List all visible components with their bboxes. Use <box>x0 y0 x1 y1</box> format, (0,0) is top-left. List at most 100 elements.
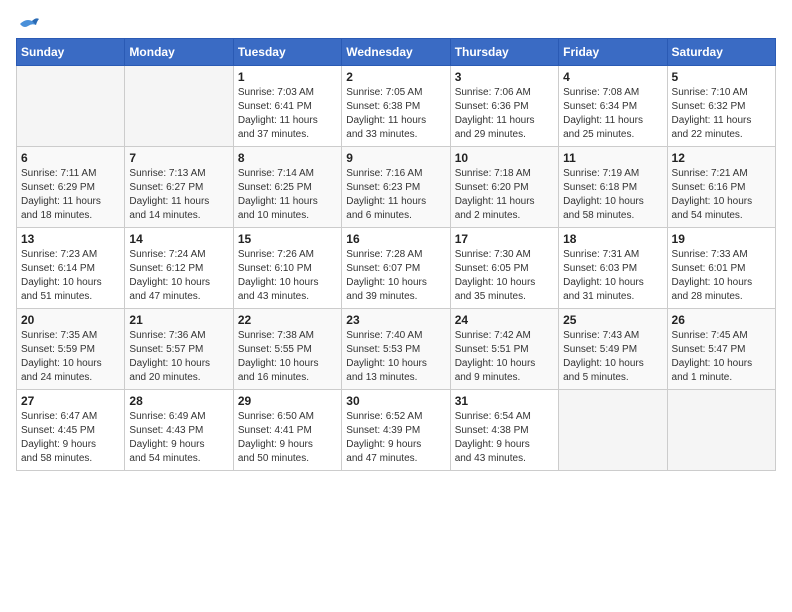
day-number: 30 <box>346 394 445 408</box>
calendar-cell: 27 Sunrise: 6:47 AM Sunset: 4:45 PM Dayli… <box>17 390 125 471</box>
calendar-cell: 17 Sunrise: 7:30 AM Sunset: 6:05 PM Dayli… <box>450 228 558 309</box>
calendar-cell: 5 Sunrise: 7:10 AM Sunset: 6:32 PM Daylig… <box>667 66 775 147</box>
day-info: Sunrise: 7:43 AM Sunset: 5:49 PM Dayligh… <box>563 329 662 385</box>
day-info: Sunrise: 7:11 AM Sunset: 6:29 PM Dayligh… <box>21 167 120 223</box>
day-info: Sunrise: 6:49 AM Sunset: 4:43 PM Dayligh… <box>129 410 228 466</box>
header-tuesday: Tuesday <box>233 39 341 66</box>
calendar-cell <box>559 390 667 471</box>
header-thursday: Thursday <box>450 39 558 66</box>
day-info: Sunrise: 7:16 AM Sunset: 6:23 PM Dayligh… <box>346 167 445 223</box>
day-info: Sunrise: 7:42 AM Sunset: 5:51 PM Dayligh… <box>455 329 554 385</box>
day-number: 20 <box>21 313 120 327</box>
day-info: Sunrise: 7:03 AM Sunset: 6:41 PM Dayligh… <box>238 86 337 142</box>
calendar-cell: 20 Sunrise: 7:35 AM Sunset: 5:59 PM Dayli… <box>17 309 125 390</box>
day-number: 31 <box>455 394 554 408</box>
day-number: 7 <box>129 151 228 165</box>
calendar-cell: 26 Sunrise: 7:45 AM Sunset: 5:47 PM Dayli… <box>667 309 775 390</box>
day-number: 17 <box>455 232 554 246</box>
day-number: 13 <box>21 232 120 246</box>
day-info: Sunrise: 6:47 AM Sunset: 4:45 PM Dayligh… <box>21 410 120 466</box>
day-number: 15 <box>238 232 337 246</box>
calendar-cell <box>17 66 125 147</box>
day-number: 21 <box>129 313 228 327</box>
day-info: Sunrise: 7:06 AM Sunset: 6:36 PM Dayligh… <box>455 86 554 142</box>
calendar-cell: 14 Sunrise: 7:24 AM Sunset: 6:12 PM Dayli… <box>125 228 233 309</box>
day-info: Sunrise: 7:36 AM Sunset: 5:57 PM Dayligh… <box>129 329 228 385</box>
logo <box>16 16 40 30</box>
day-info: Sunrise: 7:05 AM Sunset: 6:38 PM Dayligh… <box>346 86 445 142</box>
day-number: 27 <box>21 394 120 408</box>
day-info: Sunrise: 7:21 AM Sunset: 6:16 PM Dayligh… <box>672 167 771 223</box>
day-number: 6 <box>21 151 120 165</box>
calendar-week-5: 27 Sunrise: 6:47 AM Sunset: 4:45 PM Dayli… <box>17 390 776 471</box>
day-number: 29 <box>238 394 337 408</box>
calendar-cell: 12Sunrise: 7:21 AM Sunset: 6:16 PM Dayli… <box>667 147 775 228</box>
day-number: 2 <box>346 70 445 84</box>
day-info: Sunrise: 7:30 AM Sunset: 6:05 PM Dayligh… <box>455 248 554 304</box>
page-header <box>16 16 776 30</box>
calendar-cell: 6 Sunrise: 7:11 AM Sunset: 6:29 PM Daylig… <box>17 147 125 228</box>
day-number: 10 <box>455 151 554 165</box>
day-info: Sunrise: 7:24 AM Sunset: 6:12 PM Dayligh… <box>129 248 228 304</box>
day-number: 26 <box>672 313 771 327</box>
header-wednesday: Wednesday <box>342 39 450 66</box>
calendar-cell: 30Sunrise: 6:52 AM Sunset: 4:39 PM Dayli… <box>342 390 450 471</box>
calendar-cell: 24 Sunrise: 7:42 AM Sunset: 5:51 PM Dayli… <box>450 309 558 390</box>
header-sunday: Sunday <box>17 39 125 66</box>
calendar-cell: 16 Sunrise: 7:28 AM Sunset: 6:07 PM Dayli… <box>342 228 450 309</box>
calendar-cell <box>667 390 775 471</box>
calendar-cell: 29 Sunrise: 6:50 AM Sunset: 4:41 PM Dayli… <box>233 390 341 471</box>
day-number: 16 <box>346 232 445 246</box>
day-number: 23 <box>346 313 445 327</box>
day-number: 5 <box>672 70 771 84</box>
day-number: 28 <box>129 394 228 408</box>
day-info: Sunrise: 7:31 AM Sunset: 6:03 PM Dayligh… <box>563 248 662 304</box>
day-info: Sunrise: 7:28 AM Sunset: 6:07 PM Dayligh… <box>346 248 445 304</box>
calendar-cell: 28 Sunrise: 6:49 AM Sunset: 4:43 PM Dayli… <box>125 390 233 471</box>
day-info: Sunrise: 7:45 AM Sunset: 5:47 PM Dayligh… <box>672 329 771 385</box>
day-info: Sunrise: 7:19 AM Sunset: 6:18 PM Dayligh… <box>563 167 662 223</box>
header-monday: Monday <box>125 39 233 66</box>
calendar-cell: 1 Sunrise: 7:03 AM Sunset: 6:41 PM Daylig… <box>233 66 341 147</box>
day-info: Sunrise: 7:10 AM Sunset: 6:32 PM Dayligh… <box>672 86 771 142</box>
day-number: 8 <box>238 151 337 165</box>
calendar-cell <box>125 66 233 147</box>
calendar-cell: 10 Sunrise: 7:18 AM Sunset: 6:20 PM Dayli… <box>450 147 558 228</box>
day-info: Sunrise: 7:23 AM Sunset: 6:14 PM Dayligh… <box>21 248 120 304</box>
day-number: 25 <box>563 313 662 327</box>
calendar-cell: 2 Sunrise: 7:05 AM Sunset: 6:38 PM Daylig… <box>342 66 450 147</box>
day-info: Sunrise: 6:50 AM Sunset: 4:41 PM Dayligh… <box>238 410 337 466</box>
logo-bird-icon <box>18 16 40 34</box>
day-number: 1 <box>238 70 337 84</box>
day-info: Sunrise: 7:33 AM Sunset: 6:01 PM Dayligh… <box>672 248 771 304</box>
calendar-cell: 18 Sunrise: 7:31 AM Sunset: 6:03 PM Dayli… <box>559 228 667 309</box>
calendar-table: Sunday Monday Tuesday Wednesday Thursday… <box>16 38 776 471</box>
day-number: 24 <box>455 313 554 327</box>
calendar-cell: 21 Sunrise: 7:36 AM Sunset: 5:57 PM Dayli… <box>125 309 233 390</box>
day-number: 18 <box>563 232 662 246</box>
day-info: Sunrise: 6:54 AM Sunset: 4:38 PM Dayligh… <box>455 410 554 466</box>
calendar-cell: 7Sunrise: 7:13 AM Sunset: 6:27 PM Daylig… <box>125 147 233 228</box>
calendar-cell: 22Sunrise: 7:38 AM Sunset: 5:55 PM Dayli… <box>233 309 341 390</box>
day-info: Sunrise: 7:26 AM Sunset: 6:10 PM Dayligh… <box>238 248 337 304</box>
calendar-week-3: 13 Sunrise: 7:23 AM Sunset: 6:14 PM Dayli… <box>17 228 776 309</box>
day-info: Sunrise: 7:38 AM Sunset: 5:55 PM Dayligh… <box>238 329 337 385</box>
day-info: Sunrise: 7:14 AM Sunset: 6:25 PM Dayligh… <box>238 167 337 223</box>
day-info: Sunrise: 7:18 AM Sunset: 6:20 PM Dayligh… <box>455 167 554 223</box>
day-number: 9 <box>346 151 445 165</box>
day-info: Sunrise: 7:40 AM Sunset: 5:53 PM Dayligh… <box>346 329 445 385</box>
calendar-cell: 4 Sunrise: 7:08 AM Sunset: 6:34 PM Daylig… <box>559 66 667 147</box>
calendar-cell: 13 Sunrise: 7:23 AM Sunset: 6:14 PM Dayli… <box>17 228 125 309</box>
day-info: Sunrise: 7:35 AM Sunset: 5:59 PM Dayligh… <box>21 329 120 385</box>
calendar-week-1: 1 Sunrise: 7:03 AM Sunset: 6:41 PM Daylig… <box>17 66 776 147</box>
calendar-cell: 9 Sunrise: 7:16 AM Sunset: 6:23 PM Daylig… <box>342 147 450 228</box>
day-info: Sunrise: 7:08 AM Sunset: 6:34 PM Dayligh… <box>563 86 662 142</box>
day-number: 4 <box>563 70 662 84</box>
calendar-cell: 19Sunrise: 7:33 AM Sunset: 6:01 PM Dayli… <box>667 228 775 309</box>
calendar-cell: 23 Sunrise: 7:40 AM Sunset: 5:53 PM Dayli… <box>342 309 450 390</box>
calendar-week-2: 6 Sunrise: 7:11 AM Sunset: 6:29 PM Daylig… <box>17 147 776 228</box>
calendar-cell: 11Sunrise: 7:19 AM Sunset: 6:18 PM Dayli… <box>559 147 667 228</box>
day-number: 14 <box>129 232 228 246</box>
header-friday: Friday <box>559 39 667 66</box>
calendar-cell: 15 Sunrise: 7:26 AM Sunset: 6:10 PM Dayli… <box>233 228 341 309</box>
